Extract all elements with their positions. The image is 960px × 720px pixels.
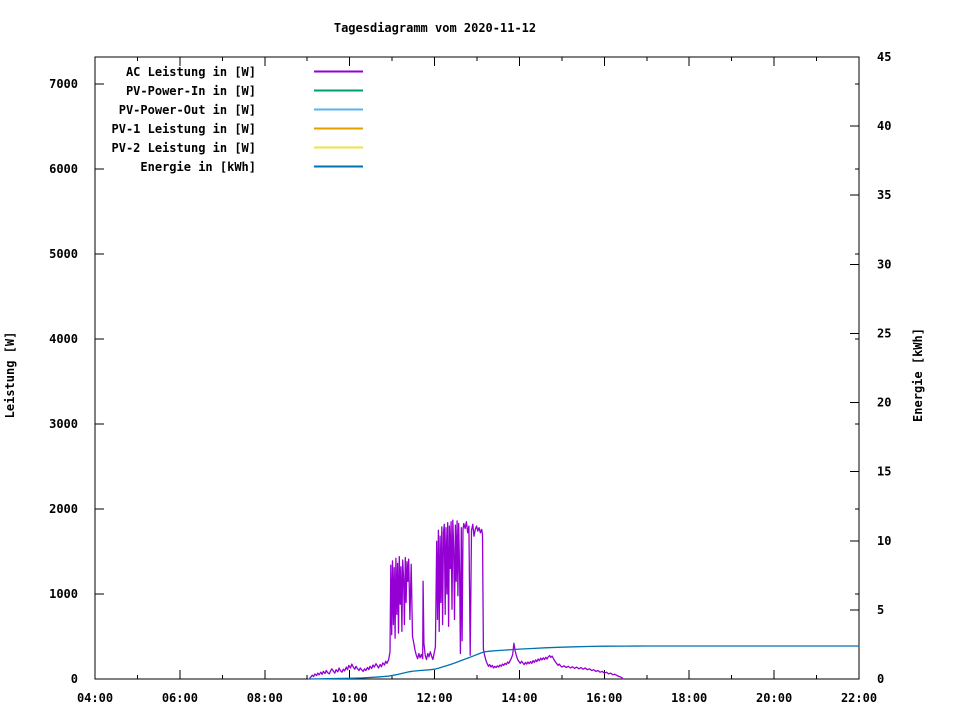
y-left-tick-label: 7000	[49, 77, 78, 91]
x-tick-label: 06:00	[162, 691, 198, 705]
x-tick-label: 04:00	[77, 691, 113, 705]
legend-label: AC Leistung in [W]	[126, 65, 256, 79]
y-left-tick-label: 0	[71, 672, 78, 686]
series-line-ac-leistung-in-w-	[308, 519, 625, 680]
series-group	[308, 519, 860, 680]
y-left-tick-label: 6000	[49, 162, 78, 176]
y-right-tick-label: 25	[877, 326, 891, 340]
legend-label: Energie in [kWh]	[140, 160, 256, 174]
x-tick-label: 14:00	[501, 691, 537, 705]
x-tick-label: 16:00	[586, 691, 622, 705]
y-left-tick-label: 4000	[49, 332, 78, 346]
x-tick-label: 22:00	[841, 691, 877, 705]
x-tick-label: 20:00	[756, 691, 792, 705]
legend-label: PV-Power-In in [W]	[126, 84, 256, 98]
y-right-tick-label: 0	[877, 672, 884, 686]
daily-diagram-page: Tagesdiagramm vom 2020-11-12 Leistung [W…	[0, 0, 960, 720]
chart-title: Tagesdiagramm vom 2020-11-12	[334, 21, 536, 35]
y-right-tick-label: 40	[877, 119, 891, 133]
y-right-tick-label: 10	[877, 534, 891, 548]
y-right-tick-label: 20	[877, 396, 891, 410]
y-right-axis-title: Energie [kWh]	[911, 328, 925, 422]
y-left-tick-label: 2000	[49, 502, 78, 516]
y-left-tick-label: 5000	[49, 247, 78, 261]
y-left-axis-title: Leistung [W]	[3, 332, 17, 419]
series-line-energie-in-kwh-	[308, 645, 860, 680]
y-right-tick-label: 15	[877, 465, 891, 479]
y-right-tick-label: 30	[877, 257, 891, 271]
x-tick-label: 12:00	[416, 691, 452, 705]
y-left-tick-label: 1000	[49, 587, 78, 601]
x-tick-label: 18:00	[671, 691, 707, 705]
legend-label: PV-2 Leistung in [W]	[112, 141, 257, 155]
y-right-tick-label: 35	[877, 188, 891, 202]
y-right-tick-label: 45	[877, 50, 891, 64]
x-tick-label: 10:00	[332, 691, 368, 705]
legend-group: AC Leistung in [W] PV-Power-In in [W] PV-P…	[112, 65, 363, 174]
y-left-tick-label: 3000	[49, 417, 78, 431]
x-tick-label: 08:00	[247, 691, 283, 705]
y-right-tick-label: 5	[877, 603, 884, 617]
daily-diagram-chart: Tagesdiagramm vom 2020-11-12 Leistung [W…	[3, 21, 925, 705]
legend-label: PV-1 Leistung in [W]	[112, 122, 257, 136]
legend-label: PV-Power-Out in [W]	[119, 103, 256, 117]
